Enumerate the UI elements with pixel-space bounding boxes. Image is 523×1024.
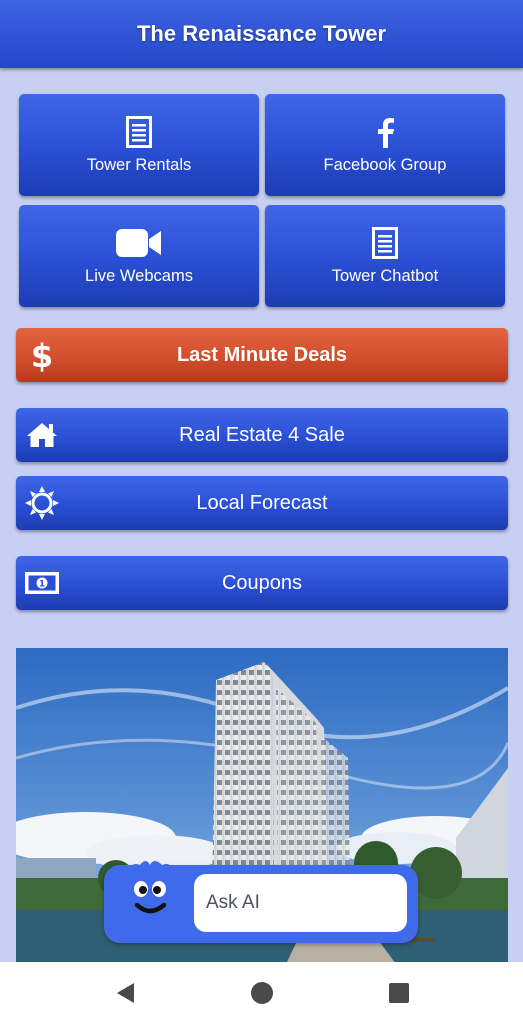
bar-label: Local Forecast xyxy=(196,491,328,514)
document-icon xyxy=(265,225,505,261)
bar-label: Last Minute Deals xyxy=(176,343,348,366)
page-title: The Renaissance Tower xyxy=(136,21,386,46)
app-header: The Renaissance Tower xyxy=(0,0,523,68)
real-estate-button[interactable]: Real Estate 4 Sale xyxy=(16,408,508,462)
ask-ai-placeholder: Ask AI xyxy=(206,892,260,913)
tower-rentals-button[interactable]: Tower Rentals xyxy=(19,94,259,196)
tile-label: Live Webcams xyxy=(85,267,193,285)
tile-label: Facebook Group xyxy=(323,156,447,174)
recents-icon[interactable] xyxy=(386,980,412,1006)
home-circle-icon[interactable] xyxy=(249,980,275,1006)
live-webcams-button[interactable]: Live Webcams xyxy=(19,205,259,307)
coupons-button[interactable]: 1 Coupons xyxy=(16,556,508,610)
last-minute-deals-button[interactable]: $ Last Minute Deals xyxy=(16,328,508,382)
tower-chatbot-button[interactable]: Tower Chatbot xyxy=(265,205,505,307)
bar-label: Real Estate 4 Sale xyxy=(179,423,345,446)
facebook-group-button[interactable]: Facebook Group xyxy=(265,94,505,196)
video-camera-icon xyxy=(19,225,259,261)
facebook-icon xyxy=(265,114,505,150)
tile-label: Tower Rentals xyxy=(86,156,192,174)
back-icon[interactable] xyxy=(113,980,139,1006)
system-navigation-bar xyxy=(0,962,523,1024)
bar-label: Coupons xyxy=(221,571,303,594)
ask-ai-widget[interactable]: Ask AI xyxy=(104,861,418,943)
tile-label: Tower Chatbot xyxy=(331,267,439,285)
ask-ai-input[interactable]: Ask AI xyxy=(194,874,407,932)
smiley-bot-icon[interactable] xyxy=(118,857,184,937)
document-icon xyxy=(19,114,259,150)
local-forecast-button[interactable]: Local Forecast xyxy=(16,476,508,530)
